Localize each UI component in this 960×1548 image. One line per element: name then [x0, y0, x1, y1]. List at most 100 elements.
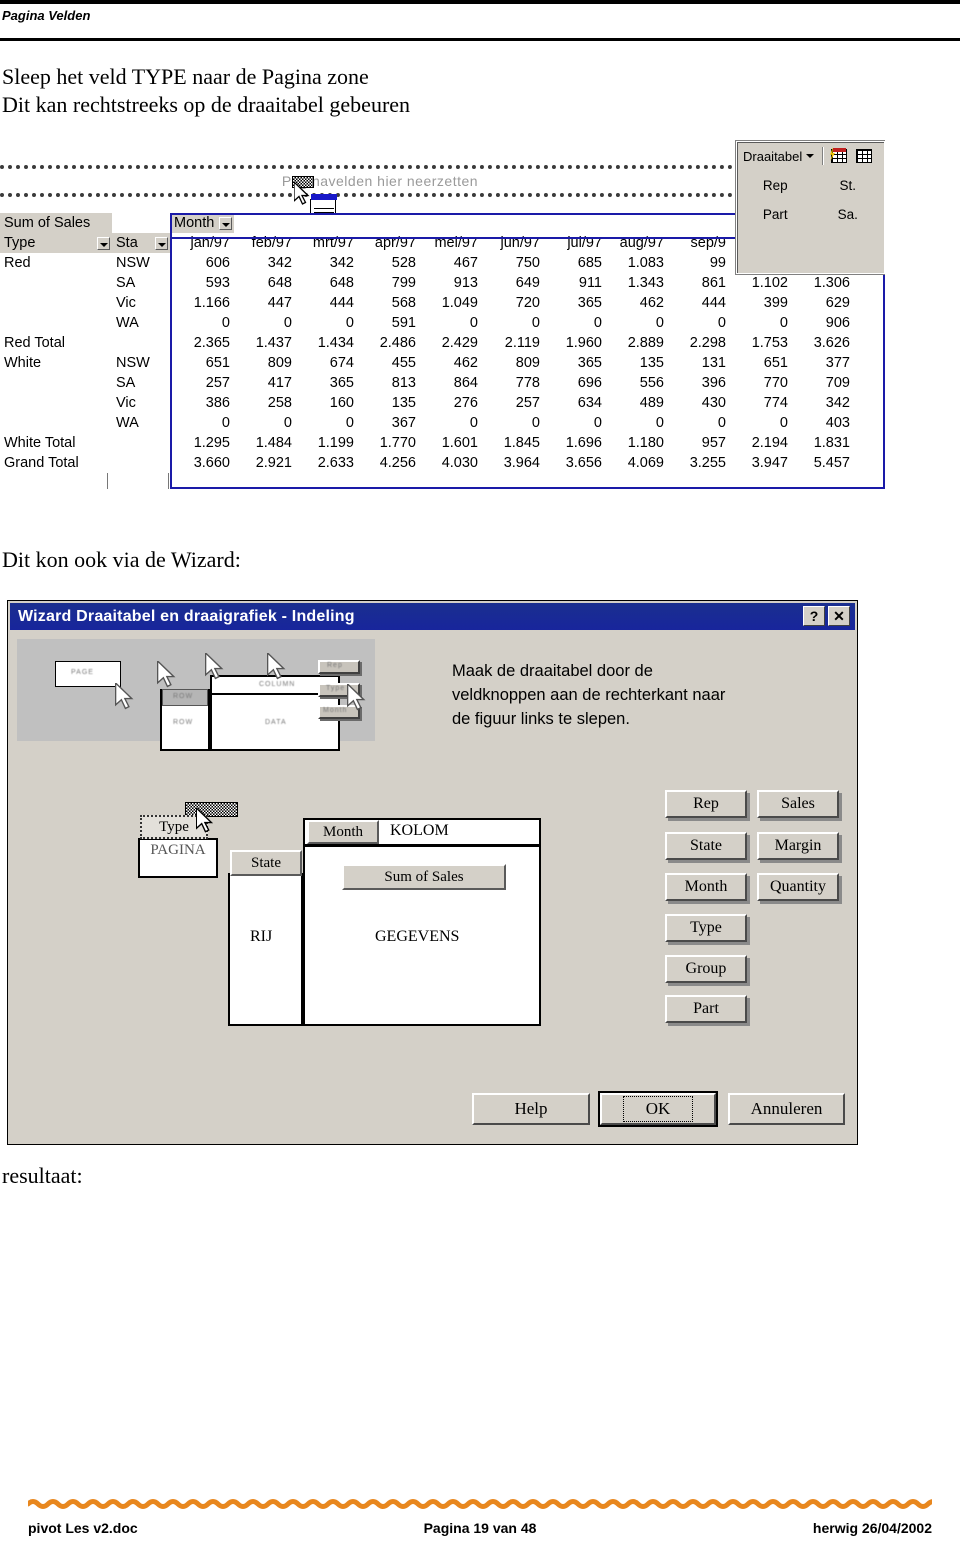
pivot-cell: 365	[577, 355, 602, 371]
pivot-cell: 685	[577, 255, 602, 271]
pivot-table-toolbar[interactable]: Draaitabel Rep St. Part Sa.	[735, 140, 885, 275]
pivot-total-cell: 1.845	[503, 435, 540, 451]
pivot-cell: 444	[329, 295, 354, 311]
table-row: Vic 386 258 160 135 276 257 634 489 430 …	[0, 393, 854, 413]
pivot-cell: 770	[763, 375, 788, 391]
pivot-row-field-label: Type	[4, 235, 36, 251]
pivot-total-cell: 1.770	[379, 435, 416, 451]
field-button-month[interactable]: Month	[665, 873, 747, 901]
pivot-table-screenshot: Paginavelden hier neerzetten Sum of Sale…	[0, 130, 885, 505]
ok-button[interactable]: OK	[598, 1091, 718, 1127]
pivot-toolbar-field-list[interactable]: Rep St. Part Sa.	[739, 170, 884, 273]
dialog-title-bar[interactable]: Wizard Draaitabel en draaigrafiek - Inde…	[10, 603, 855, 630]
layout-column-zone-label: KOLOM	[390, 822, 449, 839]
preview-field-text: Month	[323, 707, 348, 714]
field-button-margin[interactable]: Margin	[757, 832, 839, 860]
chart-wizard-icon[interactable]	[853, 146, 874, 166]
preview-cursor-icon	[204, 651, 227, 688]
table-row: SA 257 417 365 813 864 778 696 556 396 7…	[0, 373, 854, 393]
pivot-cell: 861	[701, 275, 726, 291]
dialog-title-buttons: ? ✕	[803, 606, 850, 626]
pivot-toolbar-field[interactable]: Rep	[739, 178, 812, 193]
close-icon[interactable]: ✕	[828, 606, 850, 626]
pivot-total-cell: 1.601	[441, 435, 478, 451]
layout-column-field-label: Month	[322, 823, 363, 840]
field-button-sales[interactable]: Sales	[757, 790, 839, 818]
pivot-cell: 1.306	[813, 275, 850, 291]
pivot-total-cell: 1.753	[751, 335, 788, 351]
field-button-quantity[interactable]: Quantity	[757, 873, 839, 901]
preview-cursor-icon	[346, 682, 369, 719]
pivot-row-field-button[interactable]: Type	[0, 233, 112, 253]
field-button-part[interactable]: Part	[665, 995, 747, 1023]
layout-row-zone-label: RIJ	[250, 928, 273, 945]
layout-row-field-button[interactable]: State	[230, 850, 302, 876]
pivot-grand-total-cell: 4.256	[379, 455, 416, 471]
help-button[interactable]: Help	[472, 1093, 590, 1125]
pivot-cell: 809	[267, 355, 292, 371]
pivot-cell: 0	[779, 415, 788, 431]
pivot-toolbar-field[interactable]: Part	[739, 207, 812, 222]
field-button-type[interactable]: Type	[665, 914, 747, 942]
pivot-total-cell: 2.194	[751, 435, 788, 451]
pivot-cell: 634	[577, 395, 602, 411]
pivot-cell: 674	[329, 355, 354, 371]
field-button-state[interactable]: State	[665, 832, 747, 860]
layout-column-field-button[interactable]: Month	[307, 820, 379, 844]
layout-data-field-button[interactable]: Sum of Sales	[342, 864, 506, 890]
pivot-state-label: Vic	[112, 293, 170, 313]
pivot-row-field2-button[interactable]: Sta	[112, 233, 170, 253]
pivot-total-cell: 1.484	[255, 435, 292, 451]
field-button-group[interactable]: Group	[665, 955, 747, 983]
pivot-toolbar-field[interactable]: Sa.	[812, 207, 885, 222]
pivot-cell: 0	[593, 315, 602, 331]
pivot-grand-total-cell: 2.633	[317, 455, 354, 471]
pivot-toolbar-field[interactable]: St.	[812, 178, 885, 193]
pivot-cell: 342	[825, 395, 850, 411]
pivot-total-cell: 1.437	[255, 335, 292, 351]
cancel-button[interactable]: Annuleren	[728, 1093, 845, 1125]
preview-field-text: Type	[326, 685, 346, 692]
layout-row-zone-box[interactable]	[228, 873, 303, 1026]
layout-data-zone-label: GEGEVENS	[375, 928, 460, 945]
pivot-col-header: mei/97	[420, 233, 482, 253]
pivot-column-field-button[interactable]: Month	[170, 213, 234, 233]
pivot-total-cell: 1.295	[193, 435, 230, 451]
preview-cursor-icon	[266, 651, 289, 688]
pivot-group-label: White	[0, 353, 112, 373]
pivot-cell: 0	[531, 315, 540, 331]
field-button-rep[interactable]: Rep	[665, 790, 747, 818]
table-row: Red NSW 606 342 342 528 467 750 685 1.08…	[0, 253, 854, 273]
pivot-col-header: aug/97	[606, 233, 668, 253]
pivot-cell: 0	[779, 315, 788, 331]
pivot-cell: 648	[267, 275, 292, 291]
pivot-grand-total-cell: 3.964	[503, 455, 540, 471]
table-row-total: Red Total 2.365 1.437 1.434 2.486 2.429 …	[0, 333, 854, 353]
pivot-total-cell: 1.831	[813, 435, 850, 451]
pivot-cell: 377	[825, 355, 850, 371]
pivot-corner-label: Sum of Sales	[0, 213, 112, 233]
header-rule-bottom	[0, 38, 960, 41]
pivot-cell: 489	[639, 395, 664, 411]
pivot-grand-total-cell: 3.656	[565, 455, 602, 471]
pivot-state-label: WA	[112, 313, 170, 333]
chevron-down-icon[interactable]	[155, 237, 168, 250]
format-report-icon[interactable]	[828, 146, 849, 166]
pivot-cell: 365	[329, 375, 354, 391]
pivot-grand-total-cell: 4.069	[627, 455, 664, 471]
pivot-state-label: WA	[112, 413, 170, 433]
pivot-cell: 0	[655, 315, 664, 331]
pivot-toolbar-menu-button[interactable]: Draaitabel	[739, 147, 818, 166]
pivot-cell: 778	[515, 375, 540, 391]
pivot-cell: 1.083	[627, 255, 664, 271]
header-rule-top	[0, 0, 960, 4]
pivot-cell: 906	[825, 315, 850, 331]
pivot-state-label: SA	[112, 273, 170, 293]
pivot-column-field-label: Month	[174, 215, 215, 231]
help-button[interactable]: ?	[803, 606, 825, 626]
chevron-down-icon[interactable]	[97, 237, 110, 250]
pivot-group-blank	[0, 293, 112, 313]
page-fields-dropzone-label: Paginavelden hier neerzetten	[281, 173, 479, 189]
chevron-down-icon[interactable]	[219, 217, 232, 230]
table-row-total: White Total 1.295 1.484 1.199 1.770 1.60…	[0, 433, 854, 453]
